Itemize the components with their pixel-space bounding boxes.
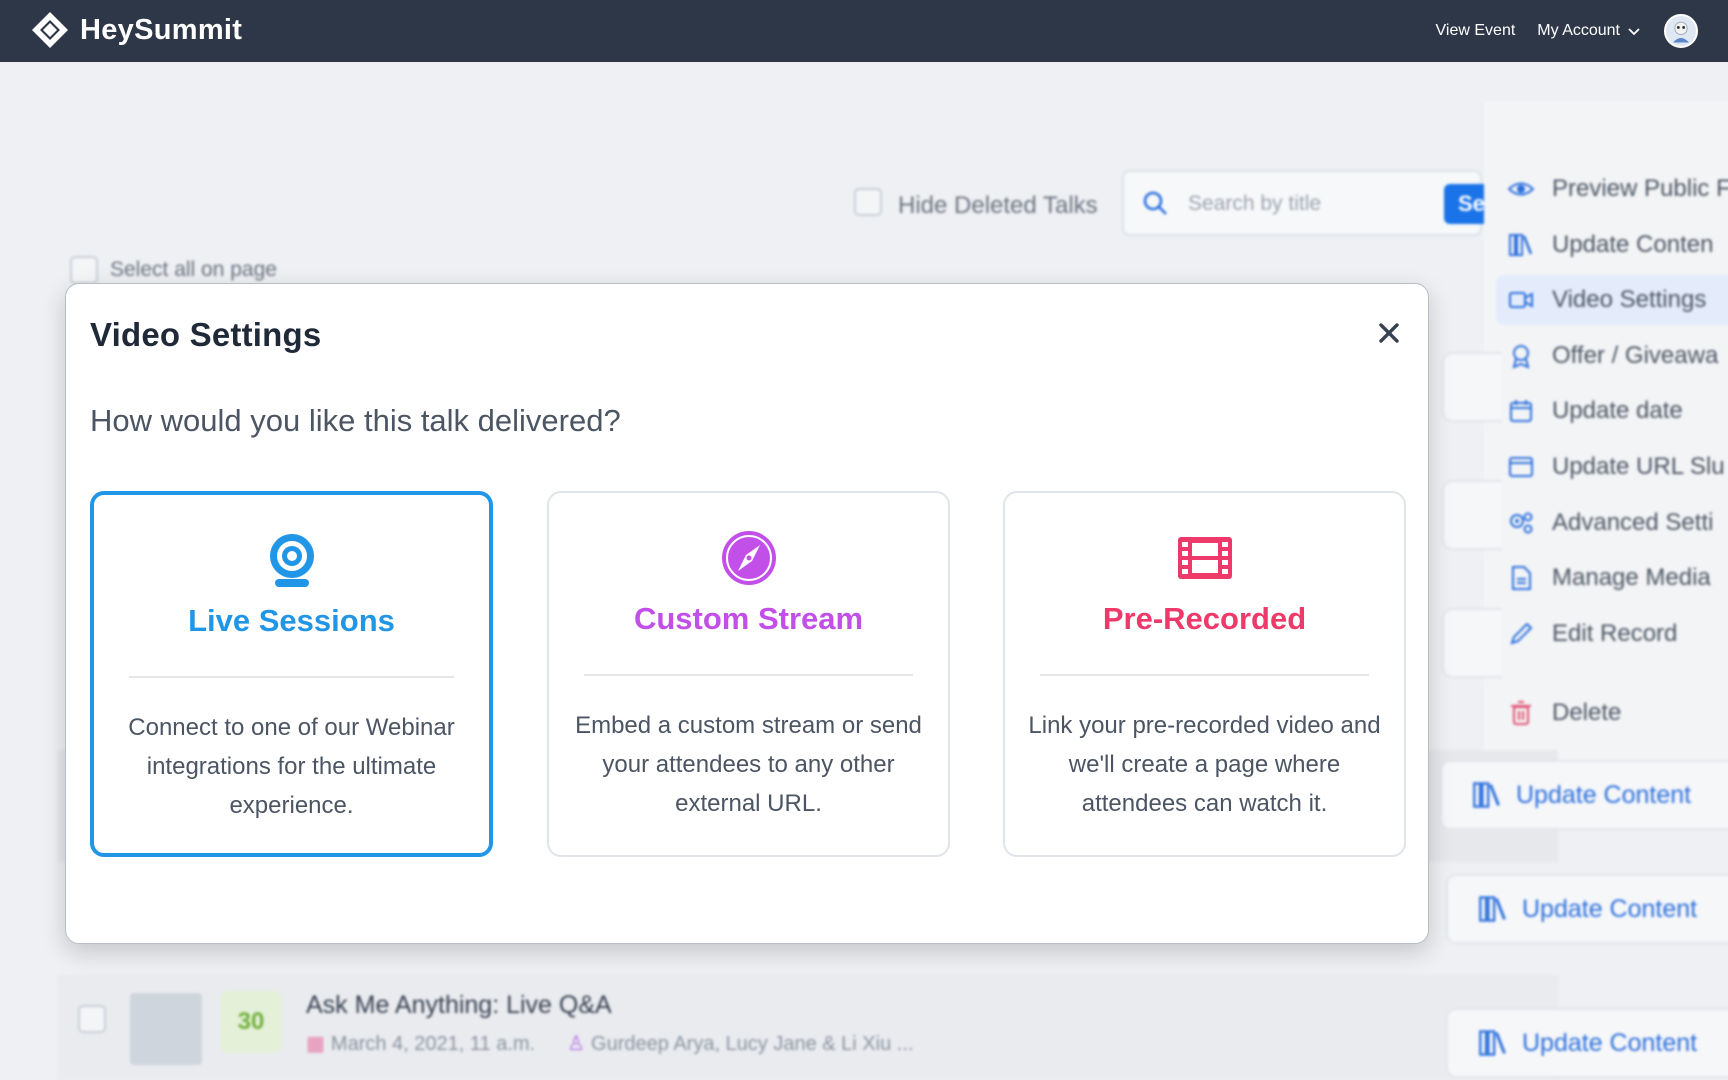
file-icon <box>1512 566 1531 590</box>
menu-item-advanced-settings[interactable]: Advanced Setti <box>1508 498 1713 548</box>
option-divider <box>129 676 454 678</box>
webcam-icon <box>269 534 314 587</box>
option-divider <box>1040 674 1369 676</box>
heysummit-logo[interactable]: HeySummit <box>30 10 242 50</box>
heysummit-logo-icon <box>32 12 68 48</box>
option-title: Custom Stream <box>633 601 864 636</box>
hide-deleted-label: Hide Deleted Talks <box>898 192 1098 219</box>
award-icon <box>1512 345 1530 369</box>
menu-item-update-content[interactable]: Update Conten <box>1508 220 1713 270</box>
close-button[interactable] <box>1374 318 1404 348</box>
eye-icon <box>1508 182 1534 196</box>
select-all-checkbox[interactable] <box>70 256 98 284</box>
row-action-button[interactable] <box>1442 480 1502 550</box>
talk-speakers: ♙ Gurdeep Arya, Lucy Jane & Li Xiu ... <box>567 1033 914 1055</box>
chevron-down-icon <box>1628 28 1640 36</box>
calendar-icon <box>1510 400 1532 422</box>
app-name: HeySummit <box>80 13 243 46</box>
talk-title[interactable]: Ask Me Anything: Live Q&A <box>306 991 612 1020</box>
calendar-icon: ▦ <box>306 1033 325 1055</box>
search-icon <box>1143 191 1167 215</box>
update-content-button[interactable]: Update Content <box>1446 1008 1728 1078</box>
search-button[interactable]: Se <box>1444 184 1484 224</box>
update-content-button[interactable]: Update Content <box>1446 874 1728 944</box>
option-title: Live Sessions <box>188 603 395 638</box>
search-placeholder: Search by title <box>1188 192 1322 215</box>
books-icon <box>1509 234 1533 256</box>
books-icon <box>1479 1030 1506 1056</box>
pencil-icon <box>1510 622 1533 645</box>
trash-icon <box>1511 701 1531 725</box>
option-divider <box>584 674 913 676</box>
option-pre-recorded[interactable]: Pre-Recorded Link your pre-recorded vide… <box>1003 491 1406 857</box>
talk-actions-menu: Preview Public F Update Conten Video Set… <box>1484 102 1728 762</box>
modal-title: Video Settings <box>90 316 322 353</box>
row-action-button[interactable] <box>1442 608 1502 678</box>
compass-icon <box>721 531 776 585</box>
gears-icon <box>1510 512 1533 534</box>
option-live-sessions[interactable]: Live Sessions Connect to one of our Webi… <box>90 491 493 857</box>
top-navbar: HeySummit View Event My Account <box>0 0 1728 62</box>
menu-item-offer-giveaway[interactable]: Offer / Giveawa <box>1508 331 1718 381</box>
menu-item-manage-media[interactable]: Manage Media <box>1508 553 1711 603</box>
option-custom-stream[interactable]: Custom Stream Embed a custom stream or s… <box>547 491 950 857</box>
option-description: Connect to one of our Webinar integratio… <box>128 714 455 819</box>
menu-item-edit-record[interactable]: Edit Record <box>1508 609 1677 659</box>
top-nav-links: View Event My Account <box>1436 0 1698 62</box>
delivery-question: How would you like this talk delivered? <box>90 403 621 438</box>
select-all-label: Select all on page <box>110 258 277 281</box>
talk-row[interactable]: 30 Ask Me Anything: Live Q&A ▦ March 4, 2… <box>58 975 1558 1080</box>
option-description: Embed a custom stream or send your atten… <box>575 712 922 817</box>
talk-date: ▦ March 4, 2021, 11 a.m. <box>306 1033 536 1055</box>
option-description: Link your pre-recorded video and we'll c… <box>1028 712 1381 817</box>
menu-item-delete[interactable]: Delete <box>1508 688 1621 738</box>
update-content-button[interactable]: Update Content <box>1440 760 1728 830</box>
hide-deleted-checkbox[interactable] <box>854 188 882 216</box>
film-icon <box>1177 537 1232 579</box>
talk-meta: ▦ March 4, 2021, 11 a.m. ♙ Gurdeep Arya, L… <box>306 1031 913 1056</box>
option-title: Pre-Recorded <box>1102 601 1307 636</box>
browser-icon <box>1509 457 1533 477</box>
books-icon <box>1479 896 1506 922</box>
video-icon <box>1509 292 1533 308</box>
talk-score-badge: 30 <box>220 991 282 1053</box>
menu-item-update-date[interactable]: Update date <box>1508 386 1683 436</box>
view-event-link[interactable]: View Event <box>1436 22 1516 40</box>
books-icon <box>1473 782 1500 808</box>
speaker-icon: ♙ <box>567 1033 586 1055</box>
close-icon <box>1379 323 1399 343</box>
search-input[interactable]: Search by title <box>1122 170 1482 236</box>
row-action-button[interactable] <box>1442 352 1502 422</box>
user-avatar[interactable] <box>1664 14 1698 48</box>
menu-item-video-settings[interactable]: Video Settings <box>1496 275 1728 325</box>
talk-row-checkbox[interactable] <box>78 1005 106 1033</box>
menu-item-preview-public[interactable]: Preview Public F <box>1508 164 1728 214</box>
speaker-thumbnails <box>130 993 202 1065</box>
my-account-label: My Account <box>1537 22 1620 39</box>
video-settings-modal: Video Settings How would you like this t… <box>65 283 1429 944</box>
my-account-menu[interactable]: My Account <box>1537 22 1642 40</box>
menu-item-update-url-slug[interactable]: Update URL Slu <box>1508 442 1725 492</box>
